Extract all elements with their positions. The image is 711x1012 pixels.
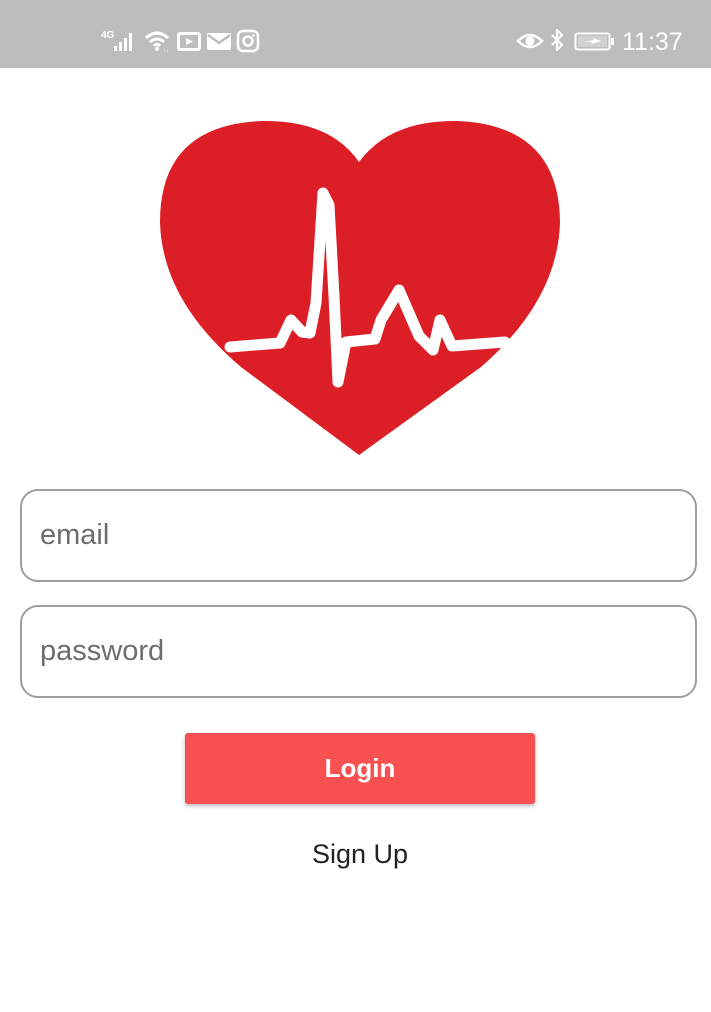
youtube-icon (177, 32, 201, 51)
svg-text:↑↓: ↑↓ (163, 48, 169, 54)
clock-time: 11:37 (622, 28, 683, 56)
network-type-label: 4G (101, 30, 115, 41)
battery-charging-icon (574, 32, 614, 51)
wifi-icon: ↑↓ (144, 31, 170, 54)
login-button[interactable]: Login (185, 733, 535, 804)
sign-up-link[interactable]: Sign Up (255, 834, 465, 874)
mail-icon (207, 33, 231, 50)
heart-heartbeat-icon (160, 120, 560, 455)
status-bar: 4G ↑↓ 11:37 (0, 0, 711, 68)
eye-icon (516, 33, 544, 49)
bluetooth-icon (551, 28, 564, 52)
email-field[interactable] (20, 489, 697, 582)
password-field[interactable] (20, 605, 697, 698)
cellular-signal-icon: 4G (101, 30, 132, 51)
instagram-icon (236, 29, 260, 53)
